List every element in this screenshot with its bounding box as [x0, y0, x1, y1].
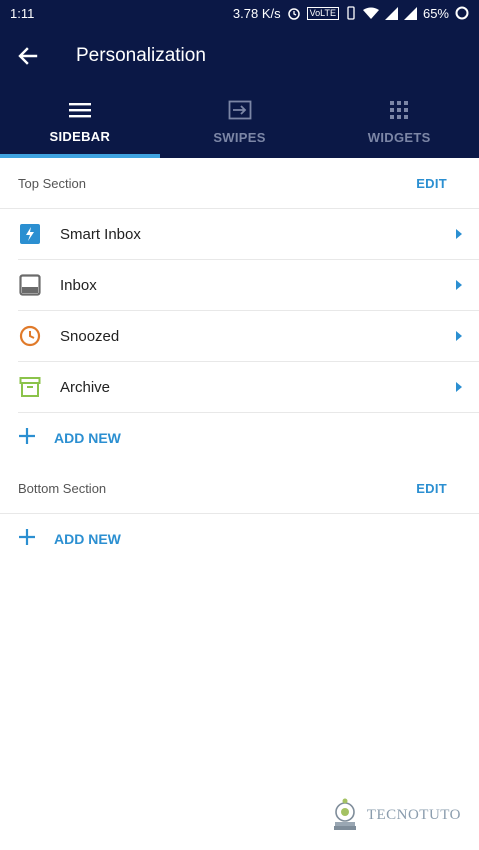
signal-icon-2 — [403, 6, 417, 20]
swipe-arrow-icon — [228, 100, 251, 119]
tab-swipes-label: SWIPES — [213, 129, 266, 145]
plus-icon — [18, 528, 36, 551]
battery-percent: 65% — [422, 5, 449, 21]
top-section-title: Top Section — [18, 175, 86, 191]
tab-sidebar[interactable]: SIDEBAR — [0, 86, 160, 158]
network-speed: 3.78 K/s — [232, 5, 281, 21]
status-time: 1:11 — [10, 5, 35, 21]
clock-icon — [18, 324, 42, 348]
inbox-icon — [18, 273, 42, 297]
menu-icon — [68, 102, 91, 117]
top-section-add-new-button[interactable]: ADD NEW — [18, 413, 479, 463]
bottom-section-edit-button[interactable]: EDIT — [416, 481, 447, 496]
sidebar-item-label: Archive — [60, 378, 111, 396]
back-button[interactable] — [0, 26, 56, 86]
signal-icon — [384, 6, 398, 20]
bottom-section-header: Bottom Section EDIT — [0, 463, 479, 514]
bottom-section-add-new-button[interactable]: ADD NEW — [18, 514, 479, 564]
sidebar-item-smart-inbox[interactable]: Smart Inbox — [18, 209, 479, 260]
top-section-header: Top Section EDIT — [0, 158, 479, 209]
status-bar: 1:11 3.78 K/s VoLTE 65% — [0, 0, 479, 26]
sidebar-item-label: Smart Inbox — [60, 225, 141, 243]
tab-widgets-label: WIDGETS — [367, 129, 431, 145]
watermark-logo-icon — [333, 798, 356, 830]
chevron-right-icon — [439, 330, 479, 342]
chevron-right-icon — [439, 381, 479, 393]
tab-swipes[interactable]: SWIPES — [160, 86, 320, 158]
sidebar-item-archive[interactable]: Archive — [18, 362, 479, 413]
add-new-label: ADD NEW — [54, 531, 121, 547]
status-right: 3.78 K/s VoLTE 65% — [233, 6, 469, 21]
top-section-edit-button[interactable]: EDIT — [416, 176, 447, 191]
sidebar-item-label: Inbox — [60, 276, 97, 294]
battery-ring-icon — [455, 6, 469, 20]
chevron-right-icon — [439, 279, 479, 291]
tab-sidebar-label: SIDEBAR — [49, 128, 111, 144]
sidebar-item-inbox[interactable]: Inbox — [18, 260, 479, 311]
watermark-text: TECNOTUTO — [366, 806, 461, 823]
sidebar-item-snoozed[interactable]: Snoozed — [18, 311, 479, 362]
volte-badge: VoLTE — [306, 6, 339, 20]
wifi-icon — [362, 7, 379, 19]
chevron-right-icon — [439, 228, 479, 240]
tab-bar: SIDEBAR SWIPES WIDGETS — [0, 86, 479, 158]
app-bar: Personalization — [0, 26, 479, 86]
watermark: TECNOTUTO — [331, 798, 461, 832]
active-tab-indicator — [0, 154, 160, 158]
tab-widgets[interactable]: WIDGETS — [319, 86, 479, 158]
vibrate-icon — [347, 6, 355, 20]
smart-inbox-icon — [18, 222, 42, 246]
back-arrow-icon — [18, 47, 38, 65]
archive-icon — [18, 375, 42, 399]
grid-icon — [390, 100, 409, 119]
plus-icon — [18, 427, 36, 450]
page-title: Personalization — [76, 45, 206, 66]
alarm-icon — [287, 8, 300, 20]
add-new-label: ADD NEW — [54, 430, 121, 446]
sidebar-item-label: Snoozed — [60, 327, 120, 345]
bottom-section-title: Bottom Section — [18, 480, 107, 496]
